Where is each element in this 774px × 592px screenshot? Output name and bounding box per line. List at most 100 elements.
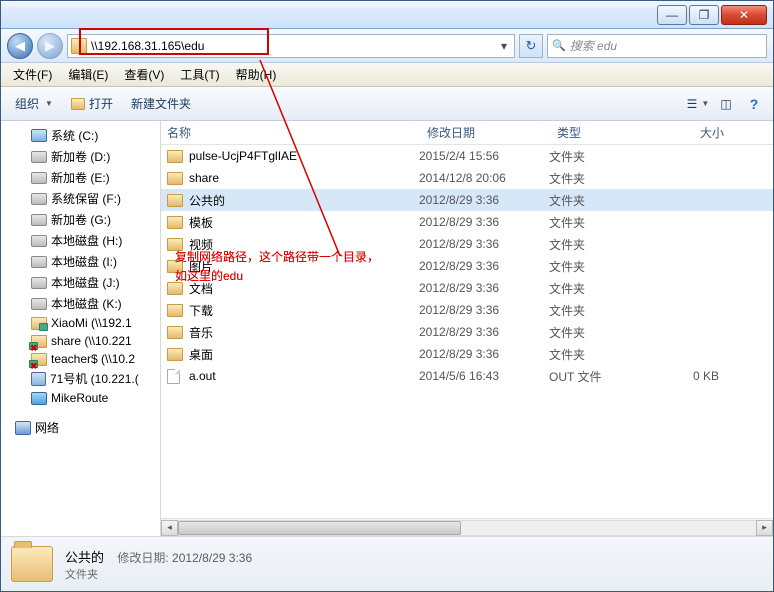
menu-item[interactable]: 帮助(H) [228, 63, 285, 86]
organize-button[interactable]: 组织 ▼ [7, 91, 61, 116]
file-type: 文件夹 [549, 214, 649, 231]
menu-item[interactable]: 查看(V) [116, 63, 172, 86]
help-button[interactable]: ? [741, 93, 767, 115]
h-scrollbar[interactable]: ◂ ▸ [161, 518, 773, 536]
col-type[interactable]: 类型 [551, 124, 651, 141]
file-row[interactable]: 图片2012/8/29 3:36文件夹 [161, 255, 773, 277]
file-row[interactable]: 桌面2012/8/29 3:36文件夹 [161, 343, 773, 365]
netshare-icon [31, 317, 47, 330]
preview-pane-button[interactable]: ◫ [713, 93, 739, 115]
refresh-button[interactable]: ↻ [519, 34, 543, 58]
file-type: 文件夹 [549, 258, 649, 275]
tree-item[interactable]: 本地磁盘 (I:) [1, 251, 160, 272]
scroll-left-button[interactable]: ◂ [161, 520, 178, 536]
file-name: share [185, 171, 419, 185]
close-button[interactable]: ✕ [721, 5, 767, 25]
file-icon [167, 369, 180, 384]
address-dropdown-icon[interactable]: ▾ [497, 39, 511, 53]
folder-icon [167, 238, 183, 251]
col-name[interactable]: 名称 [161, 124, 421, 141]
file-row[interactable]: 文档2012/8/29 3:36文件夹 [161, 277, 773, 299]
scroll-right-button[interactable]: ▸ [756, 520, 773, 536]
file-name: 模板 [185, 214, 419, 231]
tree-item[interactable]: MikeRoute [1, 389, 160, 407]
file-row[interactable]: a.out2014/5/6 16:43OUT 文件0 KB [161, 365, 773, 387]
file-type: 文件夹 [549, 346, 649, 363]
body: 系统 (C:) 新加卷 (D:) 新加卷 (E:) 系统保留 (F:)新加卷 (G:)… [1, 121, 773, 536]
minimize-button[interactable]: — [657, 5, 687, 25]
file-name: 文档 [185, 280, 419, 297]
open-button[interactable]: 打开 [63, 91, 121, 116]
chevron-down-icon: ▼ [45, 99, 53, 108]
scroll-thumb[interactable] [178, 521, 461, 535]
tree-item-label: 新加卷 (D:) [51, 148, 110, 165]
network-icon [15, 421, 31, 435]
tree-item[interactable]: 系统 (C:) [1, 125, 160, 146]
col-date[interactable]: 修改日期 [421, 124, 551, 141]
file-date: 2012/8/29 3:36 [419, 347, 549, 361]
file-name: 下载 [185, 302, 419, 319]
address-bar[interactable]: \\192.168.31.165\edu ▾ [67, 34, 515, 58]
toolbar: 组织 ▼ 打开 新建文件夹 ☰ ▼ ◫ ? [1, 87, 773, 121]
tree-item[interactable]: share (\\10.221 [1, 332, 160, 350]
folder-icon [11, 546, 53, 582]
tree-item[interactable]: 新加卷 (D:) [1, 146, 160, 167]
tree-item[interactable]: teacher$ (\\10.2 [1, 350, 160, 368]
col-size[interactable]: 大小 [651, 124, 731, 141]
menubar: 文件(F)编辑(E)查看(V)工具(T)帮助(H) [1, 63, 773, 87]
file-row[interactable]: 下载2012/8/29 3:36文件夹 [161, 299, 773, 321]
view-icon: ☰ [687, 97, 698, 111]
menu-item[interactable]: 编辑(E) [60, 63, 116, 86]
view-mode-button[interactable]: ☰ ▼ [685, 93, 711, 115]
tree-item[interactable]: XiaoMi (\\192.1 [1, 314, 160, 332]
minimize-icon: — [666, 8, 678, 22]
tree-item-label: 新加卷 (E:) [51, 169, 110, 186]
new-folder-button[interactable]: 新建文件夹 [123, 91, 199, 116]
file-type: 文件夹 [549, 148, 649, 165]
file-row[interactable]: 公共的2012/8/29 3:36文件夹 [161, 189, 773, 211]
tree-item-network[interactable]: 网络 [1, 417, 160, 438]
tree-item[interactable]: 新加卷 (G:) [1, 209, 160, 230]
nav-tree[interactable]: 系统 (C:) 新加卷 (D:) 新加卷 (E:) 系统保留 (F:)新加卷 (G:)… [1, 121, 161, 536]
back-button[interactable]: ◀ [7, 33, 33, 59]
file-row[interactable]: 模板2012/8/29 3:36文件夹 [161, 211, 773, 233]
file-type: 文件夹 [549, 192, 649, 209]
file-name: 视频 [185, 236, 419, 253]
file-date: 2012/8/29 3:36 [419, 303, 549, 317]
scroll-track[interactable] [178, 520, 756, 536]
menu-item[interactable]: 工具(T) [172, 63, 227, 86]
file-date: 2015/2/4 15:56 [419, 149, 549, 163]
file-row[interactable]: 视频2012/8/29 3:36文件夹 [161, 233, 773, 255]
file-row[interactable]: pulse-UcjP4FTglIAE2015/2/4 15:56文件夹 [161, 145, 773, 167]
file-date: 2012/8/29 3:36 [419, 281, 549, 295]
tree-item[interactable]: 系统保留 (F:) [1, 188, 160, 209]
explorer-window: — ❐ ✕ ◀ ▶ \\192.168.31.165\edu ▾ ↻ 🔍 搜索 … [0, 0, 774, 592]
maximize-button[interactable]: ❐ [689, 5, 719, 25]
drive-icon [31, 214, 47, 226]
menu-item[interactable]: 文件(F) [5, 63, 60, 86]
file-row[interactable]: 音乐2012/8/29 3:36文件夹 [161, 321, 773, 343]
file-row[interactable]: share2014/12/8 20:06文件夹 [161, 167, 773, 189]
comp-icon [31, 372, 46, 386]
tree-item[interactable]: 71号机 (10.221.( [1, 368, 160, 389]
folder-icon [167, 326, 183, 339]
tree-item[interactable]: 本地磁盘 (H:) [1, 230, 160, 251]
file-date: 2012/8/29 3:36 [419, 325, 549, 339]
drive-icon [31, 277, 47, 289]
file-list[interactable]: pulse-UcjP4FTglIAE2015/2/4 15:56文件夹share… [161, 145, 773, 518]
tree-item-label: share (\\10.221 [51, 334, 132, 348]
drive-icon [31, 172, 47, 184]
details-pane: 公共的 修改日期: 2012/8/29 3:36 文件夹 [1, 536, 773, 591]
file-date: 2012/8/29 3:36 [419, 215, 549, 229]
folder-icon [167, 216, 183, 229]
drive-icon [31, 256, 47, 268]
tree-item[interactable]: 本地磁盘 (J:) [1, 272, 160, 293]
search-placeholder: 搜索 edu [570, 37, 617, 54]
tree-item[interactable]: 本地磁盘 (K:) [1, 293, 160, 314]
file-name: 公共的 [185, 192, 419, 209]
navbar: ◀ ▶ \\192.168.31.165\edu ▾ ↻ 🔍 搜索 edu [1, 29, 773, 63]
search-input[interactable]: 🔍 搜索 edu [547, 34, 767, 58]
forward-button[interactable]: ▶ [37, 33, 63, 59]
tree-item[interactable]: 新加卷 (E:) [1, 167, 160, 188]
tree-item-label: XiaoMi (\\192.1 [51, 316, 132, 330]
